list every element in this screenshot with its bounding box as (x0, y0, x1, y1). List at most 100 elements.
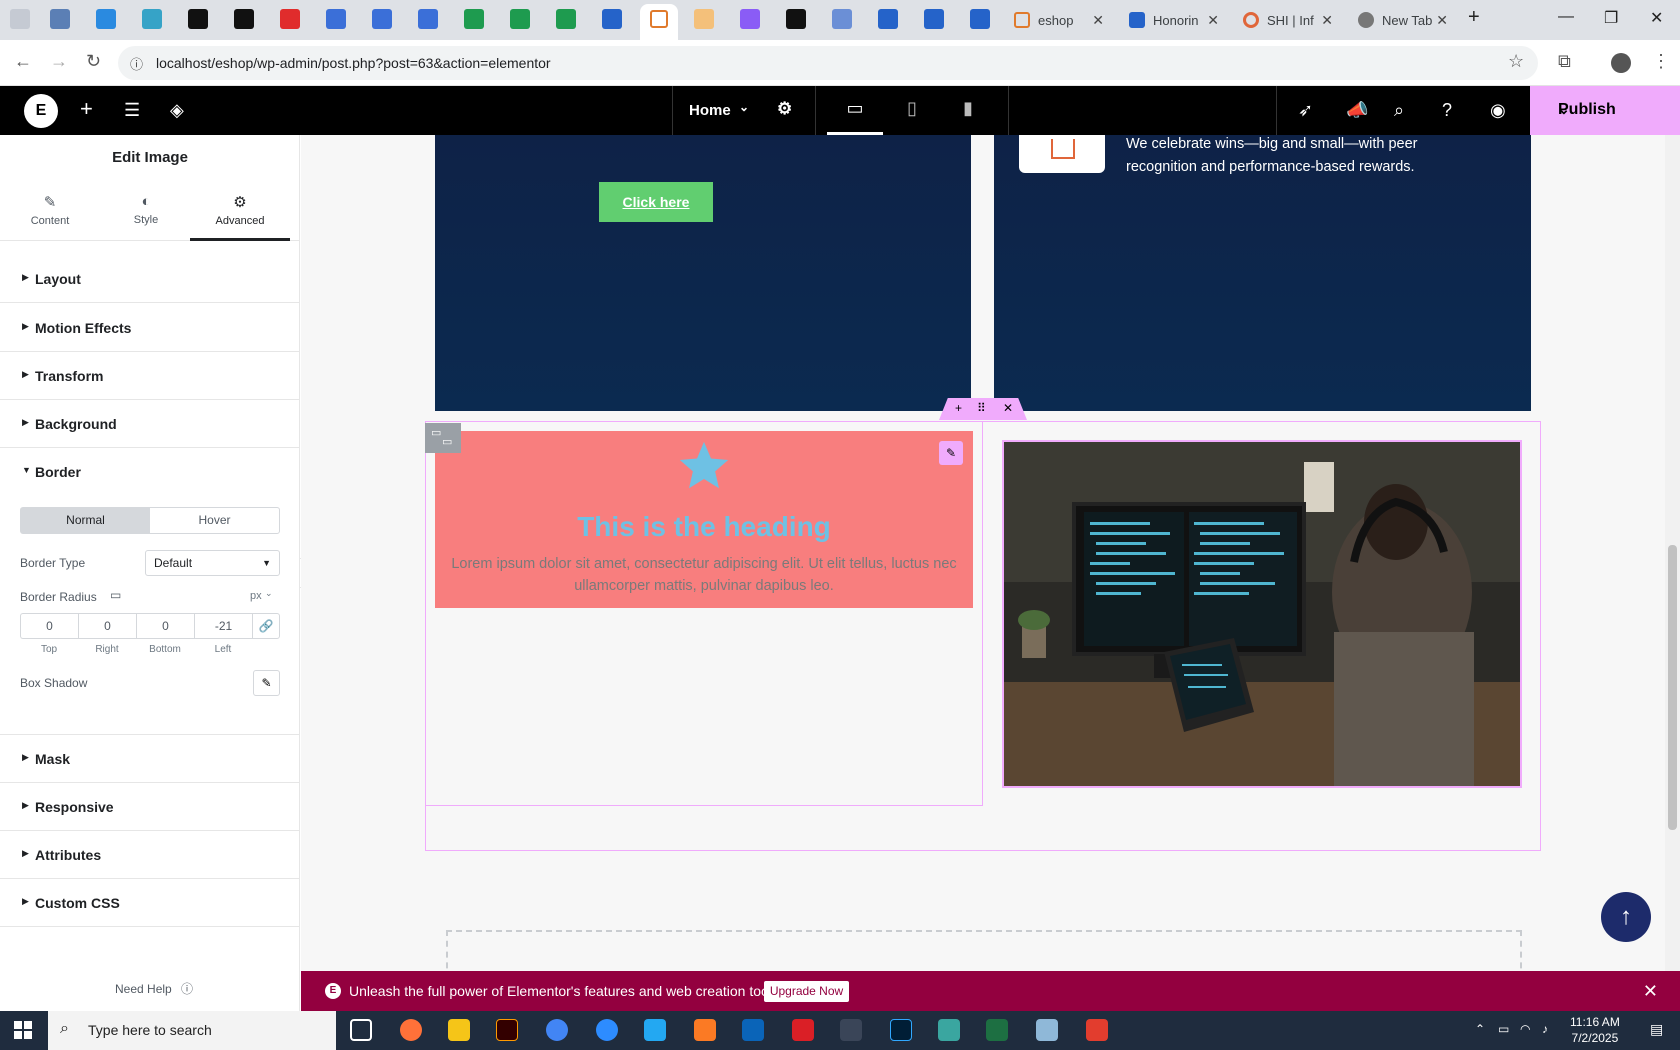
edit-widget-pencil-icon[interactable]: ✎ (939, 441, 963, 465)
click-here-button[interactable]: Click here (599, 182, 713, 222)
site-planner-rocket-icon[interactable]: ➶ (1298, 100, 1313, 121)
new-tab-plus-icon[interactable]: + (1468, 6, 1480, 29)
close-tab-icon[interactable]: ✕ (1092, 12, 1104, 29)
page-selector[interactable]: Home ⌄ ⚙ (672, 86, 816, 135)
tab-favicon[interactable] (878, 9, 898, 29)
taskbar-search-box[interactable]: ⌕ Type here to search (48, 1011, 336, 1050)
notepad-icon[interactable] (1036, 1019, 1058, 1041)
section-border[interactable]: ▼ Border (0, 448, 300, 496)
notification-icon[interactable]: ▤ (1650, 1021, 1663, 1038)
task-view-icon[interactable] (350, 1019, 372, 1041)
add-section-icon[interactable]: + (955, 401, 962, 415)
forward-icon[interactable]: → (50, 51, 68, 72)
close-tab-icon[interactable]: ✕ (1207, 12, 1219, 29)
illustrator-icon[interactable] (496, 1019, 518, 1041)
active-tab[interactable] (640, 4, 678, 40)
app-icon[interactable] (938, 1019, 960, 1041)
bookmark-star-icon[interactable]: ☆ (1508, 51, 1524, 72)
desktop-view-icon[interactable]: ▭ (827, 86, 883, 135)
scrollbar-thumb[interactable] (1668, 545, 1677, 830)
close-tab-icon[interactable]: ✕ (1321, 12, 1333, 29)
vscode-icon[interactable] (644, 1019, 666, 1041)
tab-eshop[interactable]: eshop ✕ (1014, 8, 1104, 32)
tab-favicon[interactable] (786, 9, 806, 29)
tab-favicon[interactable] (234, 9, 254, 29)
extensions-icon[interactable]: ⧉ (1558, 51, 1571, 72)
page-settings-gear-icon[interactable]: ⚙ (777, 99, 792, 119)
widget-handle[interactable]: ▭ ▭ (425, 423, 461, 453)
wifi-icon[interactable]: ◠ (1520, 1022, 1530, 1036)
url-field[interactable]: ⓘ localhost/eshop/wp-admin/post.php?post… (118, 46, 1538, 80)
finder-search-icon[interactable]: ⌕ (1394, 100, 1404, 121)
tab-search-icon[interactable] (10, 9, 30, 29)
chrome-icon[interactable] (546, 1019, 568, 1041)
link-values-icon[interactable]: 🔗 (252, 613, 280, 639)
section-layout[interactable]: ▶ Layout (0, 255, 300, 303)
canvas-scrollbar[interactable] (1665, 135, 1680, 971)
add-element-icon[interactable]: + (80, 96, 93, 122)
tab-favicon[interactable] (372, 9, 392, 29)
drag-handle-icon[interactable]: ⠿ (977, 401, 986, 415)
tab-content[interactable]: ✎ Content (0, 183, 100, 241)
tablet-view-icon[interactable]: ▯ (884, 86, 940, 135)
structure-layers-icon[interactable]: ◈ (170, 100, 184, 121)
outlook-icon[interactable] (742, 1019, 764, 1041)
box-shadow-edit-button[interactable]: ✎ (253, 670, 280, 696)
tab-favicon[interactable] (418, 9, 438, 29)
chevron-down-icon[interactable]: ⌄ (1558, 101, 1668, 118)
tab-favicon[interactable] (556, 9, 576, 29)
photoshop-icon[interactable] (890, 1019, 912, 1041)
tab-favicon[interactable] (142, 9, 162, 29)
radius-left-input[interactable]: -21 (194, 613, 252, 639)
need-help-link[interactable]: Need Help ⓘ (115, 980, 193, 997)
icon-box-widget[interactable]: This is the heading Lorem ipsum dolor si… (435, 431, 973, 608)
tab-favicon[interactable] (464, 9, 484, 29)
border-type-select[interactable]: Default ▼ (145, 550, 280, 576)
close-tab-icon[interactable]: ✕ (1436, 12, 1448, 29)
tab-favicon[interactable] (970, 9, 990, 29)
preview-eye-icon[interactable]: ◉ (1490, 100, 1506, 121)
network-icon[interactable]: ▭ (1498, 1022, 1509, 1036)
mobile-view-icon[interactable]: ▮ (940, 86, 996, 135)
add-new-section-dropzone[interactable] (446, 930, 1522, 971)
section-handle[interactable]: + ⠿ ✕ (939, 398, 1027, 420)
section-background[interactable]: ▶ Background (0, 400, 300, 448)
tab-new-tab[interactable]: New Tab ✕ (1358, 8, 1448, 32)
restore-icon[interactable]: ❐ (1604, 8, 1618, 28)
tab-favicon[interactable] (326, 9, 346, 29)
unit-selector[interactable]: px (250, 590, 262, 602)
windows-start-icon[interactable] (14, 1021, 32, 1039)
tab-favicon[interactable] (602, 9, 622, 29)
reload-icon[interactable]: ↻ (86, 51, 101, 72)
upgrade-now-button[interactable]: Upgrade Now (764, 981, 849, 1002)
whats-new-megaphone-icon[interactable]: 📣 (1346, 100, 1368, 121)
responsive-desktop-icon[interactable]: ▭ (110, 588, 121, 602)
avatar[interactable] (1611, 53, 1631, 73)
section-custom-css[interactable]: ▶ Custom CSS (0, 879, 300, 927)
pen-tool-icon[interactable] (840, 1019, 862, 1041)
zoom-icon[interactable] (596, 1019, 618, 1041)
delete-section-icon[interactable]: ✕ (1003, 401, 1013, 415)
section-motion-effects[interactable]: ▶ Motion Effects (0, 304, 300, 352)
tab-favicon[interactable] (740, 9, 760, 29)
section-attributes[interactable]: ▶ Attributes (0, 831, 300, 879)
chevron-up-icon[interactable]: ⌃ (1475, 1022, 1485, 1036)
developer-photo-image[interactable] (1002, 440, 1522, 788)
tab-favicon[interactable] (924, 9, 944, 29)
tab-style[interactable]: ◐ Style (96, 183, 196, 241)
radius-top-input[interactable]: 0 (20, 613, 78, 639)
radius-right-input[interactable]: 0 (78, 613, 136, 639)
tab-shi[interactable]: SHI | Inf ✕ (1243, 8, 1333, 32)
state-hover-tab[interactable]: Hover (150, 508, 279, 533)
back-icon[interactable]: ← (14, 51, 32, 72)
tab-favicon[interactable] (510, 9, 530, 29)
tab-honoring[interactable]: Honorin ✕ (1129, 8, 1219, 32)
xampp-icon[interactable] (694, 1019, 716, 1041)
tab-favicon[interactable] (280, 9, 300, 29)
section-transform[interactable]: ▶ Transform (0, 352, 300, 400)
volume-icon[interactable]: ♪ (1542, 1022, 1548, 1036)
state-normal-tab[interactable]: Normal (21, 508, 150, 533)
section-mask[interactable]: ▶ Mask (0, 735, 300, 783)
radius-bottom-input[interactable]: 0 (136, 613, 194, 639)
close-window-icon[interactable]: ✕ (1650, 8, 1663, 28)
